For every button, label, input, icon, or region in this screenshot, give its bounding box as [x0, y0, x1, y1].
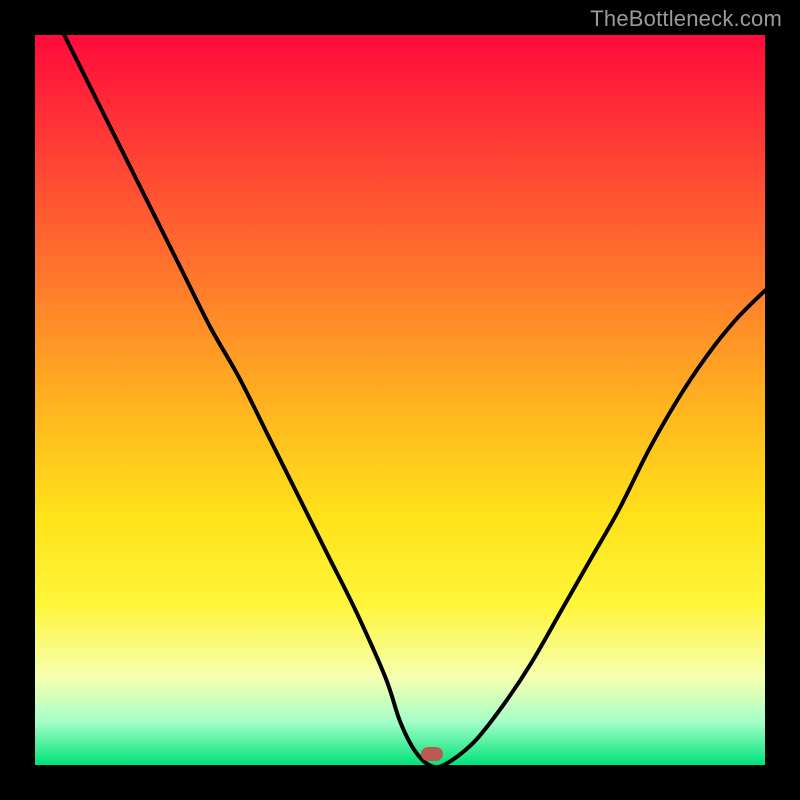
- min-marker: [421, 747, 443, 761]
- plot-area: [35, 35, 765, 765]
- watermark-text: TheBottleneck.com: [590, 6, 782, 32]
- curve-layer: [35, 35, 765, 765]
- chart-frame: TheBottleneck.com: [0, 0, 800, 800]
- v-curve: [35, 35, 765, 765]
